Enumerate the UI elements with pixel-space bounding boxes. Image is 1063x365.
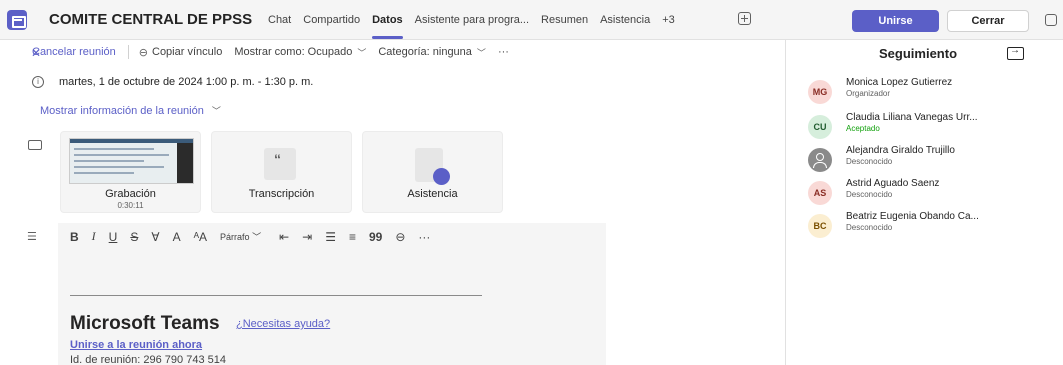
attendance-label: Asistencia — [407, 188, 458, 200]
tab-bar: Chat Compartido Datos Asistente para pro… — [268, 14, 687, 39]
join-meeting-link[interactable]: Unirse a la reunión ahora — [70, 339, 202, 351]
recording-icon — [28, 140, 42, 150]
attendee-name: Claudia Liliana Vanegas Urr... — [846, 112, 978, 123]
link-icon[interactable]: ⊖ — [395, 230, 405, 244]
meeting-toolbar: Cancelar reunión ⊖ Copiar vínculo Mostra… — [0, 40, 785, 64]
attendee-status: Desconocido — [846, 223, 893, 232]
paragraph-label: Párrafo — [220, 232, 250, 242]
editor-toolbar: B I U S ∀ A ᴬA Párrafo ﹀ ⇤ ⇥ ☰ ≡ 99 ⊖ ··… — [70, 229, 443, 244]
tab-chat[interactable]: Chat — [268, 14, 291, 26]
calendar-icon — [7, 10, 27, 30]
font-size-icon[interactable]: ᴬA — [194, 230, 207, 244]
show-as-dropdown[interactable]: Mostrar como: Ocupado ﹀ — [234, 46, 366, 59]
recording-thumbnail — [69, 138, 194, 184]
collapse-panel-icon[interactable] — [1007, 45, 1024, 60]
recording-label: Grabación — [105, 188, 156, 200]
attendee-status: Aceptado — [846, 124, 880, 133]
numbered-list-icon[interactable]: ≡ — [349, 230, 356, 244]
avatar: MG — [808, 80, 832, 104]
people-badge-icon — [433, 168, 450, 185]
chevron-down-icon: ﹀ — [211, 106, 221, 116]
tab-more[interactable]: +3 — [662, 14, 675, 26]
more-icon[interactable]: ··· — [418, 230, 430, 244]
link-icon: ⊖ — [138, 46, 148, 59]
highlight-icon[interactable]: ∀ — [151, 230, 159, 244]
attendee-item[interactable]: BC Beatriz Eugenia Obando Ca... Desconoc… — [808, 211, 1058, 241]
recording-duration: 0:30:11 — [117, 201, 144, 210]
avatar: AS — [808, 181, 832, 205]
divider-line — [70, 295, 482, 296]
close-button[interactable]: Cerrar — [947, 10, 1029, 32]
tab-summary[interactable]: Resumen — [541, 14, 588, 26]
attendee-item[interactable]: AS Astrid Aguado Saenz Desconocido — [808, 178, 1058, 208]
avatar — [808, 148, 832, 172]
paragraph-dropdown[interactable]: Párrafo ﹀ — [220, 230, 261, 243]
person-icon — [816, 153, 824, 161]
category-label: Categoría: ninguna — [378, 46, 472, 58]
tab-attendance[interactable]: Asistencia — [600, 14, 650, 26]
attendee-name: Beatriz Eugenia Obando Ca... — [846, 211, 979, 222]
attendee-item[interactable]: CU Claudia Liliana Vanegas Urr... Acepta… — [808, 112, 1058, 142]
notes-icon: ☰ — [27, 231, 37, 243]
attendee-item[interactable]: Alejandra Giraldo Trujillo Desconocido — [808, 145, 1058, 175]
tab-scheduling-assistant[interactable]: Asistente para progra... — [415, 14, 529, 26]
meeting-datetime: martes, 1 de octubre de 2024 1:00 p. m. … — [59, 76, 314, 88]
tracking-panel: Seguimiento MG Monica Lopez Gutierrez Or… — [785, 40, 1063, 365]
panel-title: Seguimiento — [879, 46, 958, 61]
attendee-status: Desconocido — [846, 190, 893, 199]
transcript-card[interactable]: “ Transcripción — [211, 131, 352, 213]
toolbar-divider — [127, 45, 129, 59]
chevron-down-icon: ﹀ — [357, 47, 367, 58]
tab-details[interactable]: Datos — [372, 14, 403, 39]
font-color-icon[interactable]: A — [173, 230, 181, 244]
tab-shared[interactable]: Compartido — [303, 14, 360, 26]
more-options-button[interactable]: ··· — [498, 46, 509, 58]
meeting-notes-editor[interactable]: B I U S ∀ A ᴬA Párrafo ﹀ ⇤ ⇥ ☰ ≡ 99 ⊖ ··… — [58, 223, 606, 365]
cancel-meeting-button[interactable]: Cancelar reunión — [32, 46, 116, 58]
increase-indent-icon[interactable]: ⇥ — [302, 230, 312, 244]
avatar: BC — [808, 214, 832, 238]
decrease-indent-icon[interactable]: ⇤ — [279, 230, 289, 244]
meeting-title: COMITE CENTRAL DE PPSS — [49, 11, 253, 28]
transcript-icon: “ — [264, 148, 296, 180]
bold-button[interactable]: B — [70, 230, 79, 244]
show-info-label: Mostrar información de la reunión — [40, 105, 204, 117]
bullet-list-icon[interactable]: ☰ — [325, 230, 336, 244]
attendee-name: Alejandra Giraldo Trujillo — [846, 145, 955, 156]
help-link[interactable]: ¿Necesitas ayuda? — [236, 318, 330, 330]
show-as-label: Mostrar como: Ocupado — [234, 46, 353, 58]
copy-link-button[interactable]: ⊖ Copiar vínculo — [139, 46, 223, 59]
teams-heading: Microsoft Teams — [70, 313, 220, 334]
attendee-item[interactable]: MG Monica Lopez Gutierrez Organizador — [808, 77, 1058, 107]
strikethrough-button[interactable]: S — [130, 230, 138, 244]
info-icon: i — [32, 76, 44, 88]
join-button[interactable]: Unirse — [852, 10, 939, 32]
attendance-card[interactable]: Asistencia — [362, 131, 503, 213]
popout-icon[interactable] — [1045, 14, 1057, 26]
underline-button[interactable]: U — [109, 230, 118, 244]
recording-card[interactable]: Grabación 0:30:11 — [60, 131, 201, 213]
category-dropdown[interactable]: Categoría: ninguna ﹀ — [378, 46, 486, 59]
attendee-name: Astrid Aguado Saenz — [846, 178, 940, 189]
chevron-down-icon: ﹀ — [476, 47, 486, 58]
app-header: COMITE CENTRAL DE PPSS Chat Compartido D… — [0, 0, 1063, 40]
meeting-id-text: Id. de reunión: 296 790 743 514 — [70, 354, 226, 365]
italic-button[interactable]: I — [92, 229, 96, 244]
copy-link-label: Copiar vínculo — [152, 46, 223, 58]
attendee-status: Organizador — [846, 89, 891, 98]
attendee-status: Desconocido — [846, 157, 893, 166]
transcript-label: Transcripción — [248, 188, 315, 200]
quote-icon[interactable]: 99 — [369, 230, 382, 244]
attendee-name: Monica Lopez Gutierrez — [846, 77, 953, 88]
show-meeting-info-link[interactable]: Mostrar información de la reunión ﹀ — [40, 104, 221, 117]
add-tab-icon[interactable] — [738, 12, 751, 25]
avatar: CU — [808, 115, 832, 139]
